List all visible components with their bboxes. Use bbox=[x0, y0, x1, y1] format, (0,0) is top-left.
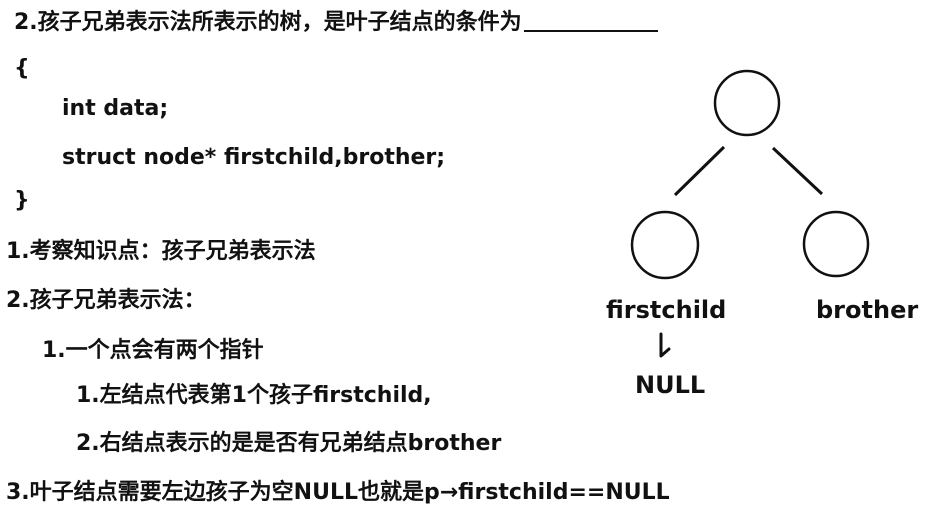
tree-diagram bbox=[630, 69, 870, 358]
firstchild-label: firstchild bbox=[606, 296, 727, 324]
root-node bbox=[713, 69, 781, 137]
null-arrow-icon bbox=[659, 332, 671, 358]
left-edge bbox=[673, 145, 726, 197]
left-child-node bbox=[630, 210, 700, 280]
brother-label: brother bbox=[816, 296, 919, 324]
right-brother-node bbox=[802, 210, 870, 278]
right-edge bbox=[771, 146, 824, 196]
null-label: NULL bbox=[635, 371, 706, 399]
page: 2.孩子兄弟表示法所表示的树，是叶子结点的条件为 { int data; str… bbox=[0, 0, 925, 517]
